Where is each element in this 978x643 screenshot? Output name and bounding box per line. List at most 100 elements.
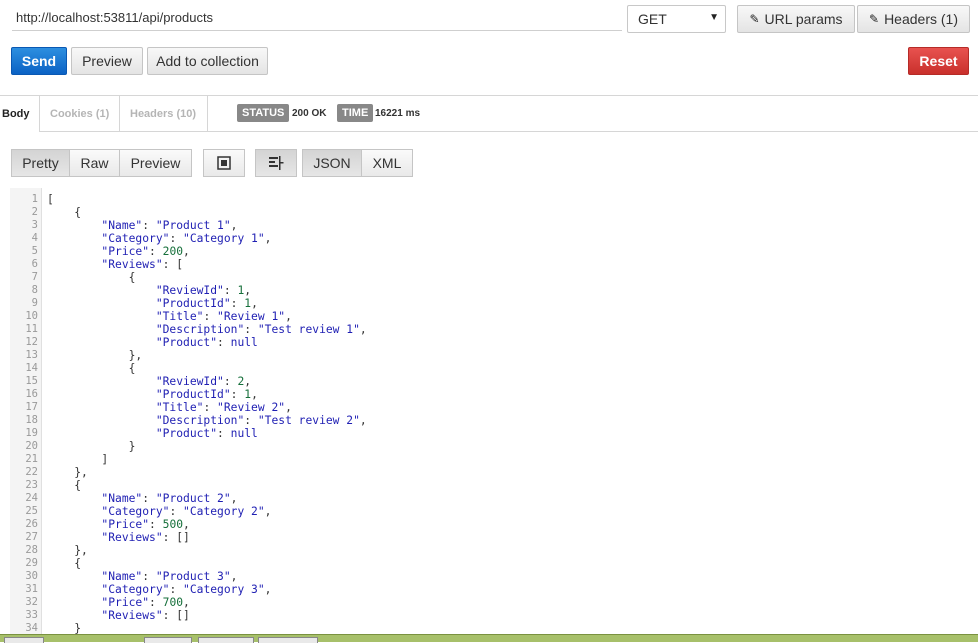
code-text: } xyxy=(47,622,82,634)
line-number: 32 xyxy=(25,596,38,608)
code-text: "Product": null xyxy=(155,336,258,349)
code-text: "Description": "Test review 1", xyxy=(155,323,367,336)
code-text: "Product": null xyxy=(155,427,258,440)
line-number: 34 xyxy=(25,622,38,634)
response-tabs: Body Cookies (1) Headers (10) STATUS 200… xyxy=(0,95,978,132)
headers-label: Headers (1) xyxy=(884,11,958,27)
line-number: 4 xyxy=(31,232,38,244)
code-text: "Reviews": [] xyxy=(101,609,190,622)
reset-button[interactable]: Reset xyxy=(908,47,969,75)
line-number: 23 xyxy=(25,479,38,491)
line-number: 26 xyxy=(25,518,38,530)
line-number: 5 xyxy=(31,245,38,257)
code-text: }, xyxy=(47,544,88,557)
taskbar-strip xyxy=(0,634,978,643)
line-number: 8 xyxy=(31,284,38,296)
code-text: } xyxy=(47,440,136,453)
line-number: 30 xyxy=(25,570,38,582)
chevron-down-icon: ▼ xyxy=(709,12,719,23)
code-text: "Price": 700, xyxy=(101,596,190,609)
xml-button[interactable]: XML xyxy=(361,149,413,177)
line-number: 2 xyxy=(31,206,38,218)
view-mode-group: Pretty Raw Preview xyxy=(11,149,192,177)
preview-button[interactable]: Preview xyxy=(71,47,143,75)
line-number: 3 xyxy=(31,219,38,231)
line-number: 7 xyxy=(31,271,38,283)
code-text: "Description": "Test review 2", xyxy=(155,414,367,427)
preview-view-button[interactable]: Preview xyxy=(119,149,192,177)
taskbar-item[interactable] xyxy=(4,637,44,643)
code-text: }, xyxy=(47,466,88,479)
code-text: ] xyxy=(47,453,109,466)
line-number: 6 xyxy=(31,258,38,270)
line-number: 18 xyxy=(25,414,38,426)
code-text: { xyxy=(47,271,136,284)
line-number: 9 xyxy=(31,297,38,309)
line-number: 15 xyxy=(25,375,38,387)
wrap-lines-button[interactable] xyxy=(255,149,297,177)
code-text: "Name": "Product 1", xyxy=(101,219,238,232)
line-number: 28 xyxy=(25,544,38,556)
tab-body[interactable]: Body xyxy=(0,96,40,132)
code-text: { xyxy=(47,557,82,570)
taskbar-item[interactable] xyxy=(144,637,192,643)
line-number: 1 xyxy=(31,193,38,205)
fullscreen-button[interactable] xyxy=(203,149,245,177)
code-text: "ProductId": 1, xyxy=(155,388,258,401)
code-text: }, xyxy=(47,349,143,362)
response-body: 1 [2 {3 "Name": "Product 1", 4 "Category":… xyxy=(10,188,978,634)
code-text: { xyxy=(47,479,82,492)
taskbar-item[interactable] xyxy=(198,637,254,643)
status-value: 200 OK xyxy=(292,108,327,119)
line-number: 25 xyxy=(25,505,38,517)
line-number: 31 xyxy=(25,583,38,595)
edit-icon: ✎ xyxy=(869,12,880,26)
fullscreen-icon xyxy=(217,156,231,170)
url-params-button[interactable]: ✎ URL params xyxy=(737,5,855,33)
wrap-lines-icon xyxy=(269,156,284,170)
line-number: 20 xyxy=(25,440,38,452)
json-button[interactable]: JSON xyxy=(302,149,362,177)
code-text: "Reviews": [ xyxy=(101,258,184,271)
line-number: 17 xyxy=(25,401,38,413)
code-text: [ xyxy=(47,193,54,206)
code-text: "Title": "Review 1", xyxy=(155,310,292,323)
line-number: 19 xyxy=(25,427,38,439)
send-button[interactable]: Send xyxy=(11,47,67,75)
line-number: 22 xyxy=(25,466,38,478)
code-text: { xyxy=(47,206,82,219)
method-select[interactable]: GET ▼ xyxy=(627,5,726,33)
line-number: 33 xyxy=(25,609,38,621)
headers-button[interactable]: ✎ Headers (1) xyxy=(857,5,970,33)
line-number: 29 xyxy=(25,557,38,569)
pretty-button[interactable]: Pretty xyxy=(11,149,70,177)
taskbar-item[interactable] xyxy=(258,637,318,643)
line-number: 16 xyxy=(25,388,38,400)
url-params-label: URL params xyxy=(764,11,843,27)
tab-cookies[interactable]: Cookies (1) xyxy=(40,96,120,132)
code-text: "ProductId": 1, xyxy=(155,297,258,310)
url-input[interactable] xyxy=(12,5,622,31)
code-text: "Title": "Review 2", xyxy=(155,401,292,414)
raw-button[interactable]: Raw xyxy=(69,149,120,177)
method-value: GET xyxy=(638,11,667,27)
time-badge: TIME xyxy=(337,104,374,122)
code-text: "ReviewId": 2, xyxy=(155,375,252,388)
add-to-collection-button[interactable]: Add to collection xyxy=(147,47,268,75)
line-number: 14 xyxy=(25,362,38,374)
code-text: "Price": 500, xyxy=(101,518,190,531)
code-text: "Reviews": [] xyxy=(101,531,190,544)
code-text: { xyxy=(47,362,136,375)
line-number: 12 xyxy=(25,336,38,348)
code-text: "Name": "Product 3", xyxy=(101,570,238,583)
status-badge: STATUS xyxy=(237,104,290,122)
tab-headers[interactable]: Headers (10) xyxy=(120,96,208,132)
line-number: 13 xyxy=(25,349,38,361)
line-number: 11 xyxy=(25,323,38,335)
line-number: 24 xyxy=(25,492,38,504)
time-value: 16221 ms xyxy=(375,108,421,119)
edit-icon: ✎ xyxy=(749,12,760,26)
line-number: 10 xyxy=(25,310,38,322)
code-text: "Category": "Category 1", xyxy=(101,232,272,245)
code-text: "Name": "Product 2", xyxy=(101,492,238,505)
